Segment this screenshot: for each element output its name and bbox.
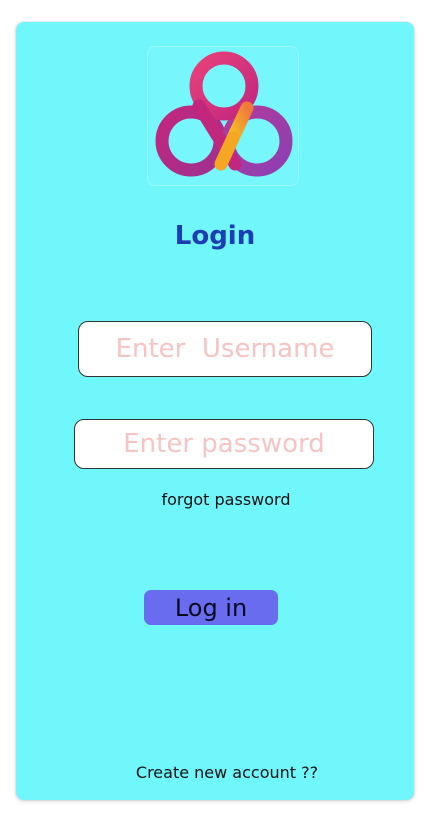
logo	[147, 46, 299, 186]
login-button[interactable]: Log in	[144, 590, 278, 625]
login-card: Login forgot password Log in Create new …	[16, 22, 414, 800]
forgot-password-link[interactable]: forgot password	[16, 490, 431, 509]
create-account-link[interactable]: Create new account ??	[16, 763, 431, 782]
page-title: Login	[174, 221, 256, 251]
trefoil-knot-logo-icon	[155, 51, 293, 177]
username-input[interactable]	[78, 321, 372, 377]
password-input[interactable]	[74, 419, 374, 469]
